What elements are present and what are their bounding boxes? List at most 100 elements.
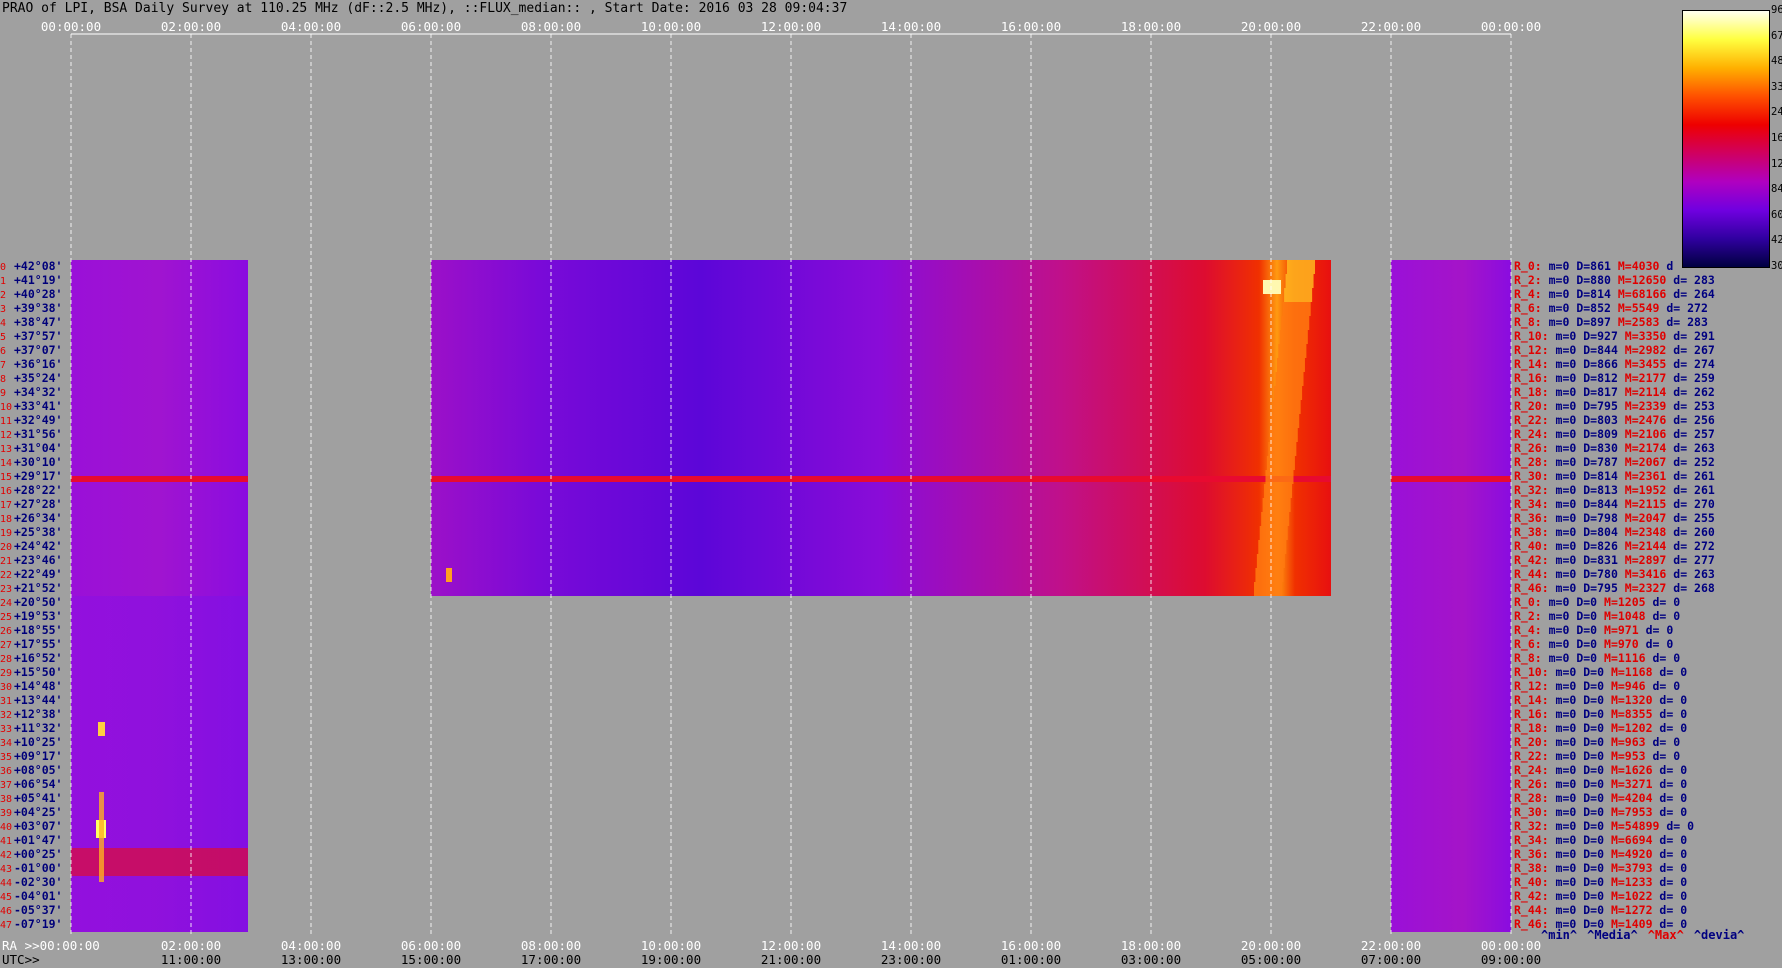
stat-value: M=2348 <box>1617 525 1667 539</box>
stat-value: R_0: <box>1514 259 1542 273</box>
beam-index: 15 <box>0 472 13 483</box>
declination-row-label: 11 +32°49' <box>0 414 62 428</box>
stat-value: D=0 <box>1576 693 1605 707</box>
stat-value: D=830 <box>1576 441 1618 455</box>
stat-value: R_34: <box>1514 497 1549 511</box>
beam-index: 21 <box>0 556 13 567</box>
declination-value: +18°55' <box>14 623 63 637</box>
stat-value: R_4: <box>1514 623 1542 637</box>
declination-value: +11°32' <box>14 721 63 735</box>
declination-value: +32°49' <box>14 413 63 427</box>
declination-row-label: 45 -04°01' <box>0 890 62 904</box>
beam-index: 5 <box>0 332 7 343</box>
declination-value: +34°32' <box>14 385 63 399</box>
declination-value: +29°17' <box>14 469 63 483</box>
beam-index: 26 <box>0 626 13 637</box>
stat-value: M=1272 <box>1604 903 1653 917</box>
stat-value: D=804 <box>1576 525 1618 539</box>
declination-value: -05°37' <box>14 903 63 917</box>
beam-index: 40 <box>0 822 13 833</box>
stat-value: M=2047 <box>1617 511 1667 525</box>
stat-value: R_44: <box>1514 903 1549 917</box>
stat-value: M=4920 <box>1604 847 1653 861</box>
stat-value: M=2476 <box>1617 413 1667 427</box>
stat-value: M=5549 <box>1610 301 1660 315</box>
stat-value: m=0 <box>1548 455 1577 469</box>
beam-index: 44 <box>0 878 13 889</box>
declination-value: -04°01' <box>14 889 63 903</box>
colorbar-tick-label: 9600.0 <box>1771 4 1782 16</box>
declination-row-label: 5 +37°57' <box>0 330 62 344</box>
stat-value: D=0 <box>1576 791 1605 805</box>
stat-value: d= 0 <box>1652 665 1688 679</box>
beam-stat-row: R_26: m=0 D=0 M=3271 d= 0 <box>1514 778 1687 790</box>
stat-value: m=0 <box>1548 791 1577 805</box>
utc-tick-label: 21:00:00 <box>760 952 822 967</box>
stat-value: D=880 <box>1569 273 1611 287</box>
declination-row-label: 4 +38°47' <box>0 316 62 330</box>
beam-stat-row: R_10: m=0 D=927 M=3350 d= 291 <box>1514 330 1715 342</box>
declination-value: +41°19' <box>14 273 63 287</box>
declination-value: +35°24' <box>14 371 63 385</box>
stat-value: m=0 <box>1548 413 1577 427</box>
stat-value: d= 268 <box>1666 581 1715 595</box>
stat-value: m=0 <box>1548 777 1577 791</box>
stat-value: R_0: <box>1514 595 1542 609</box>
declination-value: +10°25' <box>14 735 63 749</box>
heatmap-hot-band <box>71 848 248 876</box>
ridge-segment <box>1271 414 1300 428</box>
ra-tick-label: 06:00:00 <box>400 938 462 953</box>
declination-value: +19°53' <box>14 609 63 623</box>
stat-value: D=812 <box>1576 371 1618 385</box>
stat-value: M=1168 <box>1604 665 1653 679</box>
beam-stat-row: R_0: m=0 D=861 M=4030 d <box>1514 260 1673 272</box>
ridge-segment <box>1259 526 1288 540</box>
declination-value: +12°38' <box>14 707 63 721</box>
stat-value: m=0 <box>1548 525 1577 539</box>
stat-value: R_26: <box>1514 441 1549 455</box>
heatmap-block-lower <box>71 596 248 932</box>
declination-value: +36°16' <box>14 357 63 371</box>
stat-value: D=803 <box>1576 413 1618 427</box>
declination-row-label: 43 -01°00' <box>0 862 62 876</box>
declination-value: +38°47' <box>14 315 63 329</box>
legend-item: ^Max^ <box>1647 928 1684 942</box>
beam-index: 0 <box>0 262 7 273</box>
stat-value: d= 261 <box>1666 469 1715 483</box>
beam-stat-row: R_20: m=0 D=0 M=963 d= 0 <box>1514 736 1680 748</box>
beam-index: 34 <box>0 738 13 749</box>
stat-value: d= 261 <box>1666 483 1715 497</box>
beam-stat-row: R_32: m=0 D=813 M=1952 d= 261 <box>1514 484 1715 496</box>
ra-tick-label: 18:00:00 <box>1120 938 1182 953</box>
stat-value: M=4030 <box>1610 259 1660 273</box>
beam-index: 16 <box>0 486 13 497</box>
declination-row-label: 29 +15°50' <box>0 666 62 680</box>
declination-row-label: 36 +08°05' <box>0 764 62 778</box>
ra-tick-label: 00:00:00 <box>1480 938 1542 953</box>
stat-value: D=0 <box>1576 833 1605 847</box>
stat-value: m=0 <box>1548 371 1577 385</box>
beam-stat-row: R_42: m=0 D=0 M=1022 d= 0 <box>1514 890 1687 902</box>
ridge-segment <box>1262 498 1291 512</box>
stat-value: D=0 <box>1576 665 1605 679</box>
stat-value: M=1233 <box>1604 875 1653 889</box>
stat-value: R_20: <box>1514 735 1549 749</box>
declination-value: +13°44' <box>14 693 63 707</box>
beam-stat-row: R_14: m=0 D=866 M=3455 d= 274 <box>1514 358 1715 370</box>
stat-value: D=0 <box>1576 861 1605 875</box>
stat-value: M=2115 <box>1617 497 1667 511</box>
beam-index: 47 <box>0 920 13 931</box>
beam-stat-row: R_28: m=0 D=787 M=2067 d= 252 <box>1514 456 1715 468</box>
declination-row-label: 1 +41°19' <box>0 274 62 288</box>
beam-index: 32 <box>0 710 13 721</box>
declination-row-label: 3 +39°38' <box>0 302 62 316</box>
ridge-segment <box>1284 288 1313 302</box>
declination-value: +22°49' <box>14 567 63 581</box>
utc-tick-label: 03:00:00 <box>1120 952 1182 967</box>
stat-value: R_18: <box>1514 721 1549 735</box>
declination-row-label: 46 -05°37' <box>0 904 62 918</box>
beam-stat-row: R_14: m=0 D=0 M=1320 d= 0 <box>1514 694 1687 706</box>
stat-value: m=0 <box>1541 623 1570 637</box>
ridge-segment <box>1264 484 1293 498</box>
beam-index: 13 <box>0 444 13 455</box>
